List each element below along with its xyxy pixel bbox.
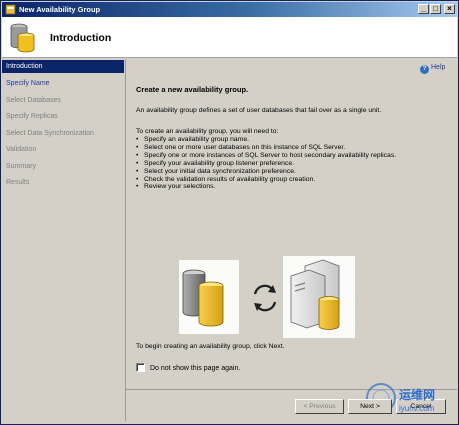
- nav-item-select-databases: Select Databases: [6, 97, 61, 104]
- list-item: Specify an availability group name.: [136, 136, 396, 144]
- list-item: Check the validation results of availabi…: [136, 176, 396, 184]
- help-label: Help: [431, 64, 446, 71]
- app-icon: [5, 4, 16, 15]
- help-circle-icon: ?: [420, 65, 429, 74]
- list-item: Select your initial data synchronization…: [136, 168, 396, 176]
- nav-item-specify-replicas: Specify Replicas: [6, 113, 58, 120]
- close-button[interactable]: ×: [444, 4, 455, 14]
- begin-instruction: To begin creating an availability group,…: [136, 343, 285, 350]
- nav-item-summary: Summary: [6, 163, 36, 170]
- nav-item-validation: Validation: [6, 146, 37, 153]
- database-wizard-icon: [10, 23, 35, 53]
- requirements-list: Specify an availability group name. Sele…: [136, 136, 396, 191]
- title-bar[interactable]: New Availability Group _ □ ×: [2, 2, 457, 17]
- next-button[interactable]: Next >: [348, 399, 392, 414]
- content-heading: Create a new availability group.: [136, 85, 249, 94]
- nav-item-select-data-sync: Select Data Synchronization: [6, 130, 94, 137]
- dont-show-again-row[interactable]: Do not show this page again.: [136, 363, 240, 372]
- content-description: An availability group defines a set of u…: [136, 107, 382, 114]
- dont-show-again-checkbox[interactable]: [136, 363, 145, 372]
- previous-button[interactable]: < Previous: [295, 399, 344, 414]
- dont-show-again-label: Do not show this page again.: [150, 365, 241, 372]
- list-item: Specify your availability group listener…: [136, 160, 396, 168]
- minimize-button[interactable]: _: [418, 4, 429, 14]
- maximize-button[interactable]: □: [430, 4, 441, 14]
- list-item: Specify one or more instances of SQL Ser…: [136, 152, 396, 160]
- window-title: New Availability Group: [19, 5, 101, 14]
- page-header: Introduction: [2, 17, 457, 58]
- watermark-text-en: iyunv.com: [399, 404, 435, 413]
- help-link[interactable]: ? Help: [420, 64, 445, 74]
- watermark-text-cn: 运维网: [399, 388, 436, 402]
- wizard-window: New Availability Group _ □ × Introductio…: [0, 0, 459, 425]
- page-title: Introduction: [50, 32, 112, 44]
- list-item: Select one or more user databases on thi…: [136, 144, 396, 152]
- availability-group-illustration: [179, 256, 355, 338]
- nav-item-results: Results: [6, 179, 30, 186]
- list-item: Review your selections.: [136, 183, 396, 191]
- nav-item-introduction[interactable]: Introduction: [2, 60, 124, 73]
- content-intro: To create an availability group, you wil…: [136, 128, 279, 135]
- nav-item-specify-name[interactable]: Specify Name: [2, 77, 124, 90]
